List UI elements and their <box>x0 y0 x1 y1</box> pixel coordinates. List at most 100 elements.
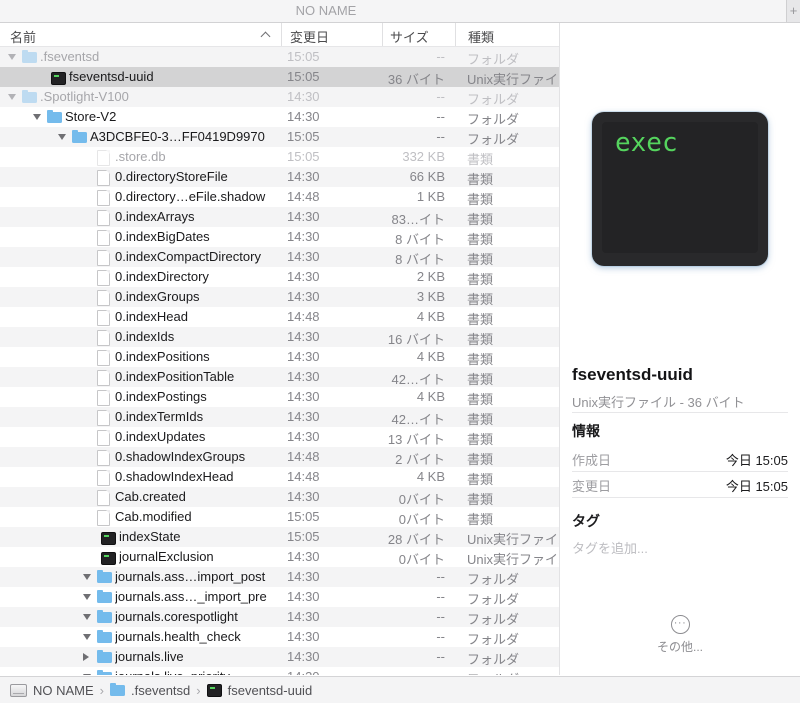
file-size: -- <box>436 569 445 584</box>
file-row[interactable]: 0.indexDirectory 14:30 2 KB 書類 <box>0 267 559 287</box>
document-icon <box>97 230 110 246</box>
disclosure-triangle-open[interactable] <box>8 94 16 100</box>
disclosure-triangle-open[interactable] <box>8 54 16 60</box>
breadcrumb-item[interactable]: NO NAME <box>10 683 94 698</box>
add-tags-field[interactable]: タグを追加... <box>572 538 648 557</box>
file-row[interactable]: .fseventsd 15:05 -- フォルダ <box>0 47 559 67</box>
terminal-screen: exec <box>602 122 758 253</box>
file-name: 0.indexUpdates <box>115 429 206 444</box>
file-row[interactable]: 0.indexPositionTable 14:30 42…イト 書類 <box>0 367 559 387</box>
file-row[interactable]: journals.live_priority 14:30 -- フォルダ <box>0 667 559 675</box>
file-name: Store-V2 <box>65 109 117 124</box>
file-row[interactable]: 0.shadowIndexGroups 14:48 2 バイト 書類 <box>0 447 559 467</box>
file-size: 2 バイト <box>395 452 445 467</box>
file-name: indexState <box>119 529 181 544</box>
file-row[interactable]: 0.directory…eFile.shadow 14:48 1 KB 書類 <box>0 187 559 207</box>
breadcrumb-item[interactable]: .fseventsd <box>110 682 190 698</box>
file-row[interactable]: 0.indexGroups 14:30 3 KB 書類 <box>0 287 559 307</box>
file-row[interactable]: Cab.created 14:30 0バイト 書類 <box>0 487 559 507</box>
info-rows: 作成日 今日 15:05 変更日 今日 15:05 <box>572 446 788 498</box>
file-kind: フォルダ <box>467 612 520 627</box>
disclosure-triangle-open[interactable] <box>33 114 41 120</box>
file-name: 0.indexPositionTable <box>115 369 235 384</box>
file-name: journals.health_check <box>115 629 241 644</box>
file-size: -- <box>436 89 445 104</box>
file-size: 0バイト <box>398 552 445 567</box>
file-row[interactable]: 0.indexHead 14:48 4 KB 書類 <box>0 307 559 327</box>
file-size: 3 KB <box>416 289 445 304</box>
folder-icon <box>110 682 126 696</box>
file-row[interactable]: journals.live 14:30 -- フォルダ <box>0 647 559 667</box>
file-size: 16 バイト <box>387 332 445 347</box>
file-date: 14:48 <box>287 309 320 324</box>
file-kind: フォルダ <box>467 52 520 67</box>
disclosure-triangle-open[interactable] <box>58 134 66 140</box>
file-name: 0.indexPositions <box>115 349 210 364</box>
file-size: -- <box>436 49 445 64</box>
file-size: 2 KB <box>416 269 445 284</box>
file-size: 42…イト <box>391 372 445 387</box>
file-size: -- <box>436 649 445 664</box>
column-divider[interactable] <box>455 23 456 46</box>
file-row[interactable]: 0.indexTermIds 14:30 42…イト 書類 <box>0 407 559 427</box>
file-row[interactable]: 0.shadowIndexHead 14:48 4 KB 書類 <box>0 467 559 487</box>
file-row[interactable]: journalExclusion 14:30 0バイト Unix実行ファイル <box>0 547 559 567</box>
document-icon <box>97 390 110 406</box>
file-row[interactable]: Cab.modified 15:05 0バイト 書類 <box>0 507 559 527</box>
breadcrumb-item[interactable]: fseventsd-uuid <box>206 683 312 698</box>
file-row[interactable]: journals.ass…_import_pre 14:30 -- フォルダ <box>0 587 559 607</box>
document-icon <box>97 270 110 286</box>
column-header-name[interactable]: 名前 <box>10 27 36 46</box>
column-divider[interactable] <box>382 23 383 46</box>
file-row[interactable]: .Spotlight-V100 14:30 -- フォルダ <box>0 87 559 107</box>
file-row[interactable]: 0.indexPostings 14:30 4 KB 書類 <box>0 387 559 407</box>
disclosure-triangle-closed[interactable] <box>83 653 89 661</box>
file-row[interactable]: 0.indexArrays 14:30 83…イト 書類 <box>0 207 559 227</box>
document-icon <box>97 370 110 386</box>
exec-file-icon <box>101 532 116 545</box>
info-value: 今日 15:05 <box>725 479 788 494</box>
file-name: 0.indexTermIds <box>115 409 204 424</box>
disclosure-triangle-open[interactable] <box>83 574 91 580</box>
column-header-kind[interactable]: 種類 <box>468 27 494 46</box>
disclosure-triangle-open[interactable] <box>83 594 91 600</box>
file-name: 0.shadowIndexGroups <box>115 449 246 464</box>
file-row[interactable]: journals.health_check 14:30 -- フォルダ <box>0 627 559 647</box>
file-row[interactable]: journals.ass…import_post 14:30 -- フォルダ <box>0 567 559 587</box>
folder-icon <box>97 570 112 583</box>
file-kind: Unix実行ファイル <box>467 552 559 567</box>
file-name: 0.indexGroups <box>115 289 200 304</box>
file-row[interactable]: .store.db 15:05 332 KB 書類 <box>0 147 559 167</box>
file-row[interactable]: 0.indexPositions 14:30 4 KB 書類 <box>0 347 559 367</box>
file-kind: 書類 <box>467 192 494 207</box>
new-tab-button[interactable]: + <box>786 0 800 22</box>
path-bar: NO NAME › .fseventsd › fseventsd-uuid <box>0 676 800 703</box>
file-row[interactable]: 0.directoryStoreFile 14:30 66 KB 書類 <box>0 167 559 187</box>
column-header-size[interactable]: サイズ <box>390 27 429 46</box>
file-row[interactable]: fseventsd-uuid 15:05 36 バイト Unix実行ファイル <box>0 67 559 87</box>
file-name: 0.shadowIndexHead <box>115 469 234 484</box>
column-header-date[interactable]: 変更日 <box>290 27 329 46</box>
folder-icon <box>22 90 37 103</box>
file-row[interactable]: Store-V2 14:30 -- フォルダ <box>0 107 559 127</box>
file-date: 15:05 <box>287 49 320 64</box>
file-kind: フォルダ <box>467 652 520 667</box>
file-size: 1 KB <box>416 189 445 204</box>
column-divider[interactable] <box>281 23 282 46</box>
file-row[interactable]: 0.indexCompactDirectory 14:30 8 バイト 書類 <box>0 247 559 267</box>
file-name: .Spotlight-V100 <box>40 89 129 104</box>
file-row[interactable]: 0.indexBigDates 14:30 8 バイト 書類 <box>0 227 559 247</box>
file-row[interactable]: A3DCBFE0-3…FF0419D9970 15:05 -- フォルダ <box>0 127 559 147</box>
file-row[interactable]: 0.indexUpdates 14:30 13 バイト 書類 <box>0 427 559 447</box>
show-more-button[interactable]: ··· その他... <box>560 613 800 655</box>
disclosure-triangle-open[interactable] <box>83 674 91 675</box>
disclosure-triangle-open[interactable] <box>83 614 91 620</box>
unix-executable-icon: exec <box>592 112 768 266</box>
file-row[interactable]: 0.indexIds 14:30 16 バイト 書類 <box>0 327 559 347</box>
file-kind: 書類 <box>467 332 494 347</box>
disclosure-triangle-open[interactable] <box>83 634 91 640</box>
document-icon <box>97 310 110 326</box>
folder-icon <box>97 590 112 603</box>
file-row[interactable]: indexState 15:05 28 バイト Unix実行ファイル <box>0 527 559 547</box>
file-row[interactable]: journals.corespotlight 14:30 -- フォルダ <box>0 607 559 627</box>
